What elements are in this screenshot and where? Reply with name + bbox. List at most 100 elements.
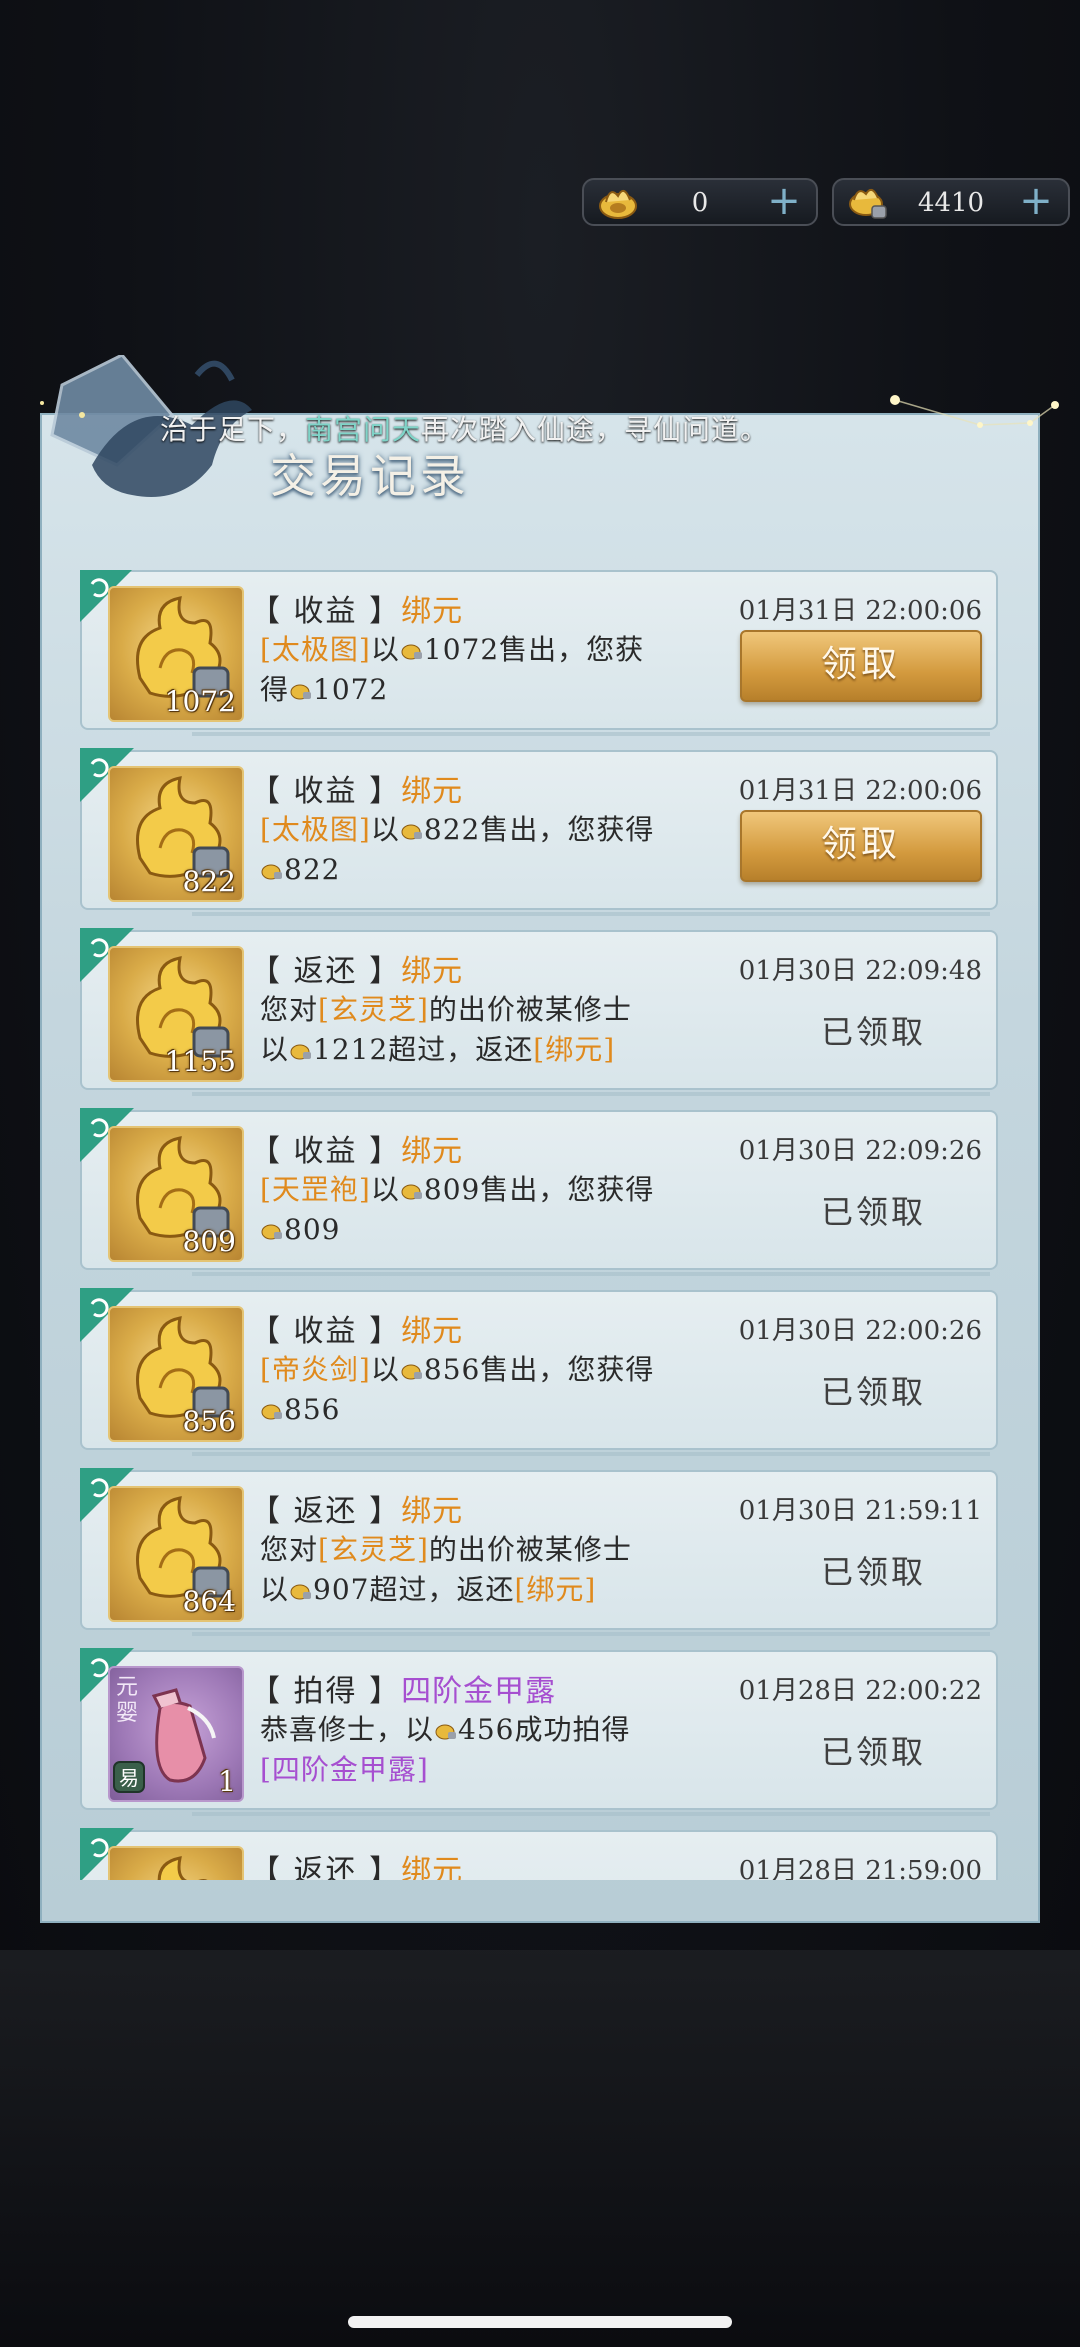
record-type-label: 【 返还 】 xyxy=(250,1854,402,1880)
desc-text: 822售出，您获得 xyxy=(423,813,655,846)
record-row: 864 【 返还 】绑元 01月30日 21:59:11 您对[玄灵芝]的出价被… xyxy=(80,1468,998,1636)
item-quantity: 1 xyxy=(218,1765,236,1798)
item-link[interactable]: [绑元] xyxy=(514,1573,596,1606)
bound-gold-amount: 4410 xyxy=(917,188,985,218)
currency-icon xyxy=(401,644,422,660)
currency-icon xyxy=(290,1044,312,1060)
desc-text: 1072售出，您获 xyxy=(423,633,645,666)
claimed-status: 已领取 xyxy=(820,1013,926,1051)
desc-text: 1072 xyxy=(313,673,389,706)
bound-yuan-item-icon: 856 xyxy=(108,1306,244,1442)
gold-ingot-icon xyxy=(599,189,637,219)
bound-gold-icon xyxy=(849,188,887,219)
gold-flame-icon xyxy=(157,1856,208,1880)
desc-text: 您对 xyxy=(260,993,319,1026)
desc-text: 809售出，您获得 xyxy=(423,1173,655,1206)
item-link[interactable]: [太极图] xyxy=(260,813,371,846)
record-row: 809 【 收益 】绑元 01月30日 22:09:26 [天罡袍]以 809售出… xyxy=(80,1108,998,1276)
desc-text: 恭喜修士，以 xyxy=(260,1713,435,1746)
record-date: 01月31日 22:00:06 xyxy=(738,596,982,626)
record-type-label: 【 收益 】 xyxy=(250,594,402,629)
bound-yuan-item-icon: 864 xyxy=(108,1486,244,1622)
record-item-name: 绑元 xyxy=(401,1854,464,1880)
record-date: 01月30日 22:00:26 xyxy=(738,1316,982,1346)
claimed-status: 已领取 xyxy=(820,1733,926,1771)
record-row: 822 【 收益 】绑元 01月31日 22:00:06 [太极图]以 822售出… xyxy=(80,748,998,916)
record-date: 01月30日 22:09:26 xyxy=(738,1136,982,1166)
record-description: 您对[玄灵芝]的出价被某修士以 1212超过，返还[绑元] xyxy=(260,990,700,1070)
desc-text: 822 xyxy=(284,853,341,886)
currency-icon xyxy=(401,824,422,840)
record-item-name: 绑元 xyxy=(401,1314,464,1349)
record-item-name: 绑元 xyxy=(401,1494,464,1529)
record-type: 【 收益 】绑元 xyxy=(250,766,463,810)
desc-text: 您对 xyxy=(260,1533,319,1566)
marquee-player-name: 南宫问天 xyxy=(305,413,422,446)
item-link[interactable]: [天罡袍] xyxy=(260,1173,371,1206)
add-bound-gold-button[interactable]: + xyxy=(1016,180,1056,224)
record-row: 【 返还 】绑元 01月28日 21:59:00 xyxy=(80,1828,998,1880)
currency-icon xyxy=(261,864,282,880)
claimed-status: 已领取 xyxy=(820,1193,926,1231)
claim-button[interactable]: 领取 xyxy=(740,630,982,702)
desc-text: 的出价被某修士 xyxy=(428,993,632,1026)
record-type-label: 【 返还 】 xyxy=(250,954,402,989)
marquee-suffix: 再次踏入仙途，寻仙问道。 xyxy=(421,413,770,446)
claim-button[interactable]: 领取 xyxy=(740,810,982,882)
record-type: 【 返还 】绑元 xyxy=(250,946,463,990)
record-type-label: 【 收益 】 xyxy=(250,1134,402,1169)
svg-text:易: 易 xyxy=(119,1766,139,1790)
record-item-name: 绑元 xyxy=(401,1134,464,1169)
record-type: 【 拍得 】四阶金甲露 xyxy=(250,1666,556,1710)
bound-gold-currency: 4410 + xyxy=(832,178,1070,226)
desc-text: 1212超过，返还 xyxy=(313,1033,534,1066)
desc-text: 的出价被某修士 xyxy=(428,1533,632,1566)
desc-text: 以 xyxy=(260,1573,290,1606)
currency-icon xyxy=(290,684,312,700)
desc-text: 以 xyxy=(370,1173,400,1206)
record-type-label: 【 拍得 】 xyxy=(250,1674,402,1709)
desc-text: 以 xyxy=(370,1353,400,1386)
record-item-name: 绑元 xyxy=(401,774,464,809)
item-quantity: 864 xyxy=(182,1585,236,1618)
desc-text: 809 xyxy=(284,1213,341,1246)
record-type-label: 【 返还 】 xyxy=(250,1494,402,1529)
record-list[interactable]: 1072 【 收益 】绑元 01月31日 22:00:06 [太极图]以 1072… xyxy=(80,570,998,1880)
record-item-name: 绑元 xyxy=(401,594,464,629)
record-row: 1155 【 返还 】绑元 01月30日 22:09:48 您对[玄灵芝]的出价… xyxy=(80,928,998,1096)
record-type-label: 【 收益 】 xyxy=(250,774,402,809)
marquee-prefix: 治于足下， xyxy=(160,413,306,446)
record-date: 01月28日 21:59:00 xyxy=(738,1856,982,1880)
add-gold-ingot-button[interactable]: + xyxy=(764,180,804,224)
item-link[interactable]: [四阶金甲露] xyxy=(260,1753,429,1786)
record-row: 易 元 婴 1 【 拍得 】四阶金甲露 01月28日 22:00:22 恭喜修士… xyxy=(80,1648,998,1816)
item-link[interactable]: [绑元] xyxy=(533,1033,615,1066)
record-type-label: 【 收益 】 xyxy=(250,1314,402,1349)
record-type: 【 返还 】绑元 xyxy=(250,1486,463,1530)
item-link[interactable]: [玄灵芝] xyxy=(318,993,429,1026)
desc-text: 856 xyxy=(284,1393,341,1426)
home-indicator[interactable] xyxy=(348,2316,732,2328)
record-date: 01月30日 21:59:11 xyxy=(738,1496,982,1526)
currency-icon xyxy=(401,1364,422,1380)
golden-armor-dew-item-icon: 易 元 婴 1 xyxy=(108,1666,244,1802)
record-type: 【 返还 】绑元 xyxy=(250,1846,463,1880)
bound-yuan-item-icon: 1155 xyxy=(108,946,244,1082)
currency-icon xyxy=(290,1584,312,1600)
currency-icon xyxy=(261,1224,282,1240)
record-date: 01月31日 22:00:06 xyxy=(738,776,982,806)
bound-yuan-item-icon: 809 xyxy=(108,1126,244,1262)
item-quantity: 822 xyxy=(182,865,236,898)
desc-text: 907超过，返还 xyxy=(313,1573,515,1606)
record-type: 【 收益 】绑元 xyxy=(250,586,463,630)
claimed-status: 已领取 xyxy=(820,1553,926,1591)
desc-text: 856售出，您获得 xyxy=(423,1353,655,1386)
record-row: 1072 【 收益 】绑元 01月31日 22:00:06 [太极图]以 1072… xyxy=(80,570,998,736)
gold-ingot-currency: 0 + xyxy=(582,178,818,226)
desc-text: 456成功拍得 xyxy=(458,1713,631,1746)
item-link[interactable]: [帝炎剑] xyxy=(260,1353,371,1386)
record-description: [帝炎剑]以 856售出，您获得 856 xyxy=(260,1350,700,1430)
item-link[interactable]: [太极图] xyxy=(260,633,371,666)
item-quantity: 1072 xyxy=(164,685,236,718)
item-link[interactable]: [玄灵芝] xyxy=(318,1533,429,1566)
